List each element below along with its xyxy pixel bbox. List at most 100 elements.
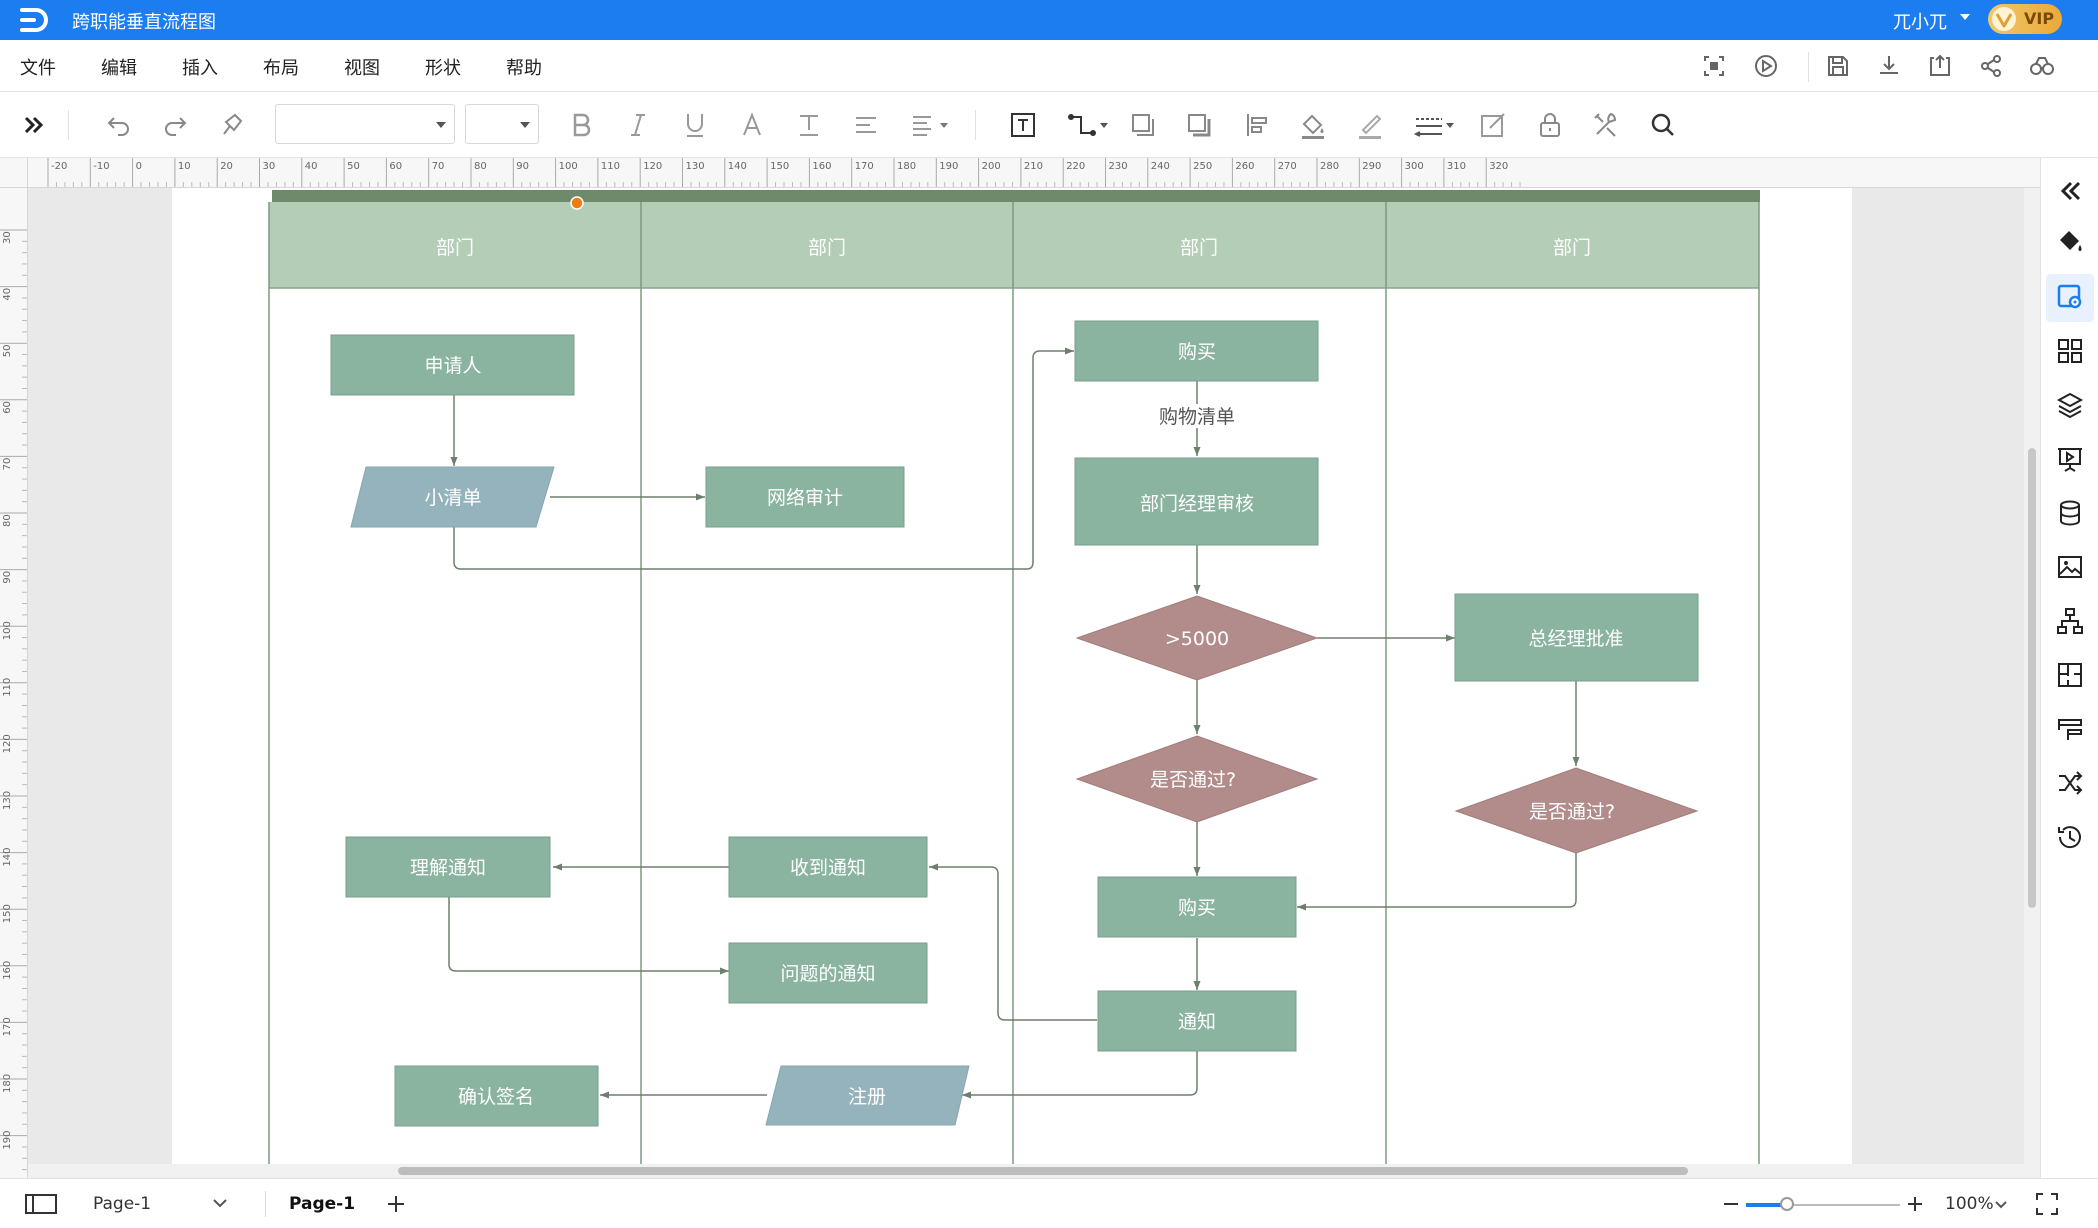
text-box-icon[interactable] <box>1008 110 1038 140</box>
node-understand-notice[interactable]: 理解通知 <box>345 836 551 898</box>
font-size-select[interactable] <box>465 104 539 144</box>
collapse-panel-icon[interactable] <box>2055 176 2085 206</box>
connector-icon[interactable] <box>1066 110 1110 140</box>
user-menu-caret-icon[interactable] <box>1960 14 1970 20</box>
search-icon[interactable] <box>1648 110 1678 140</box>
node-purchase-top[interactable]: 购买 <box>1074 320 1319 382</box>
menu-edit[interactable]: 编辑 <box>101 54 137 80</box>
shadow-icon[interactable] <box>1184 110 1214 140</box>
lane-header-1[interactable]: 部门 <box>436 237 474 259</box>
history-icon[interactable] <box>2055 822 2085 852</box>
image-icon[interactable] <box>2055 552 2085 582</box>
node-gm-approve[interactable]: 总经理批准 <box>1454 593 1699 682</box>
flowchart-diagram[interactable]: 部门 部门 部门 部门 申请人 小清单 网络审计 购买 购物清单 部门经理审核 … <box>28 188 2040 1178</box>
export-icon[interactable] <box>1926 52 1954 80</box>
edit-shape-icon[interactable] <box>1478 110 1508 140</box>
edge-understand-to-problem[interactable] <box>448 897 729 975</box>
line-style-icon[interactable] <box>1412 110 1456 140</box>
tools-icon[interactable] <box>1591 110 1621 140</box>
node-small-list[interactable]: 小清单 <box>350 466 555 528</box>
align-icon[interactable] <box>851 110 881 140</box>
page-panel-toggle-icon[interactable] <box>24 1191 58 1217</box>
bold-icon[interactable] <box>566 110 596 140</box>
presentation-icon[interactable] <box>2055 444 2085 474</box>
node-confirm-sign[interactable]: 确认签名 <box>394 1065 599 1127</box>
shuffle-icon[interactable] <box>2055 768 2085 798</box>
zoom-out-icon[interactable] <box>1722 1195 1740 1213</box>
edge-pass2-to-purchase[interactable] <box>1297 853 1577 911</box>
menu-help[interactable]: 帮助 <box>506 54 542 80</box>
grid-icon[interactable] <box>2055 336 2085 366</box>
active-page-tab[interactable]: Page-1 <box>289 1194 355 1214</box>
line-color-icon[interactable] <box>1355 110 1385 140</box>
font-color-icon[interactable] <box>737 110 767 140</box>
floor-plan-icon[interactable] <box>2055 660 2085 690</box>
menu-insert[interactable]: 插入 <box>182 54 218 80</box>
horizontal-scrollbar[interactable] <box>28 1164 2040 1178</box>
vertical-scrollbar[interactable] <box>2024 188 2040 1164</box>
app-logo-icon[interactable] <box>14 2 52 38</box>
zoom-slider-knob[interactable] <box>1780 1197 1794 1211</box>
page-selector-chevron-down-icon[interactable] <box>212 1197 228 1209</box>
node-decision-pass-1[interactable]: 是否通过? <box>1075 735 1319 823</box>
add-page-icon[interactable] <box>385 1193 407 1215</box>
layers-icon[interactable] <box>2055 390 2085 420</box>
fit-screen-icon[interactable] <box>1700 52 1728 80</box>
save-icon[interactable] <box>1824 52 1852 80</box>
page-selector-label[interactable]: Page-1 <box>93 1194 151 1214</box>
undo-icon[interactable] <box>104 110 134 140</box>
node-problem-notice[interactable]: 问题的通知 <box>728 942 928 1004</box>
menu-shape[interactable]: 形状 <box>425 54 461 80</box>
share-icon[interactable] <box>1977 52 2005 80</box>
vip-badge[interactable]: VIP <box>1988 4 2062 34</box>
lane-header-2[interactable]: 部门 <box>808 237 846 259</box>
node-notify[interactable]: 通知 <box>1097 990 1297 1052</box>
expand-panel-icon[interactable] <box>20 110 50 140</box>
binoculars-icon[interactable] <box>2028 52 2056 80</box>
drawing-canvas[interactable]: 部门 部门 部门 部门 申请人 小清单 网络审计 购买 购物清单 部门经理审核 … <box>28 188 2040 1178</box>
play-icon[interactable] <box>1752 52 1780 80</box>
menu-view[interactable]: 视图 <box>344 54 380 80</box>
ruler-h-label: 110 <box>601 161 620 172</box>
node-applicant[interactable]: 申请人 <box>330 334 575 396</box>
node-register[interactable]: 注册 <box>765 1065 970 1126</box>
database-icon[interactable] <box>2055 498 2085 528</box>
fill-color-icon[interactable] <box>1298 110 1328 140</box>
zoom-in-icon[interactable] <box>1906 1195 1924 1213</box>
vertical-scroll-thumb[interactable] <box>2028 448 2036 908</box>
org-chart-icon[interactable] <box>2055 606 2085 636</box>
download-icon[interactable] <box>1875 52 1903 80</box>
menu-file[interactable]: 文件 <box>20 54 56 80</box>
format-panel-icon[interactable] <box>2055 714 2085 744</box>
node-receive-notice[interactable]: 收到通知 <box>728 836 928 898</box>
lane-header-4[interactable]: 部门 <box>1553 237 1591 259</box>
node-purchase-bottom[interactable]: 购买 <box>1097 876 1297 938</box>
format-painter-icon[interactable] <box>218 110 248 140</box>
text-style-icon[interactable] <box>794 110 824 140</box>
selection-handle[interactable] <box>570 196 584 210</box>
lock-icon[interactable] <box>1535 110 1565 140</box>
zoom-level[interactable]: 100% <box>1945 1194 1994 1214</box>
edge-label-shopping-list[interactable]: 购物清单 <box>1159 406 1235 428</box>
edge-notify-to-register[interactable] <box>962 1050 1198 1099</box>
underline-icon[interactable] <box>680 110 710 140</box>
line-spacing-icon[interactable] <box>908 110 952 140</box>
document-title[interactable]: 跨职能垂直流程图 <box>72 8 216 34</box>
italic-icon[interactable] <box>623 110 653 140</box>
node-decision-gt5000[interactable]: >5000 <box>1075 595 1319 681</box>
node-network-audit[interactable]: 网络审计 <box>705 466 905 528</box>
redo-icon[interactable] <box>160 110 190 140</box>
menu-layout[interactable]: 布局 <box>263 54 299 80</box>
node-decision-pass-2[interactable]: 是否通过? <box>1454 767 1699 854</box>
fill-bucket-icon[interactable] <box>2055 226 2085 256</box>
font-family-select[interactable] <box>275 104 455 144</box>
fullscreen-icon[interactable] <box>2034 1191 2060 1217</box>
lane-header-3[interactable]: 部门 <box>1180 237 1218 259</box>
node-dept-manager-review[interactable]: 部门经理审核 <box>1074 457 1319 546</box>
style-settings-icon[interactable] <box>2055 282 2085 312</box>
align-objects-icon[interactable] <box>1242 110 1272 140</box>
user-name[interactable]: 兀小兀 <box>1893 8 1947 34</box>
zoom-chevron-down-icon[interactable] <box>1994 1200 2008 1210</box>
horizontal-scroll-thumb[interactable] <box>398 1167 1688 1175</box>
bring-front-icon[interactable] <box>1128 110 1158 140</box>
